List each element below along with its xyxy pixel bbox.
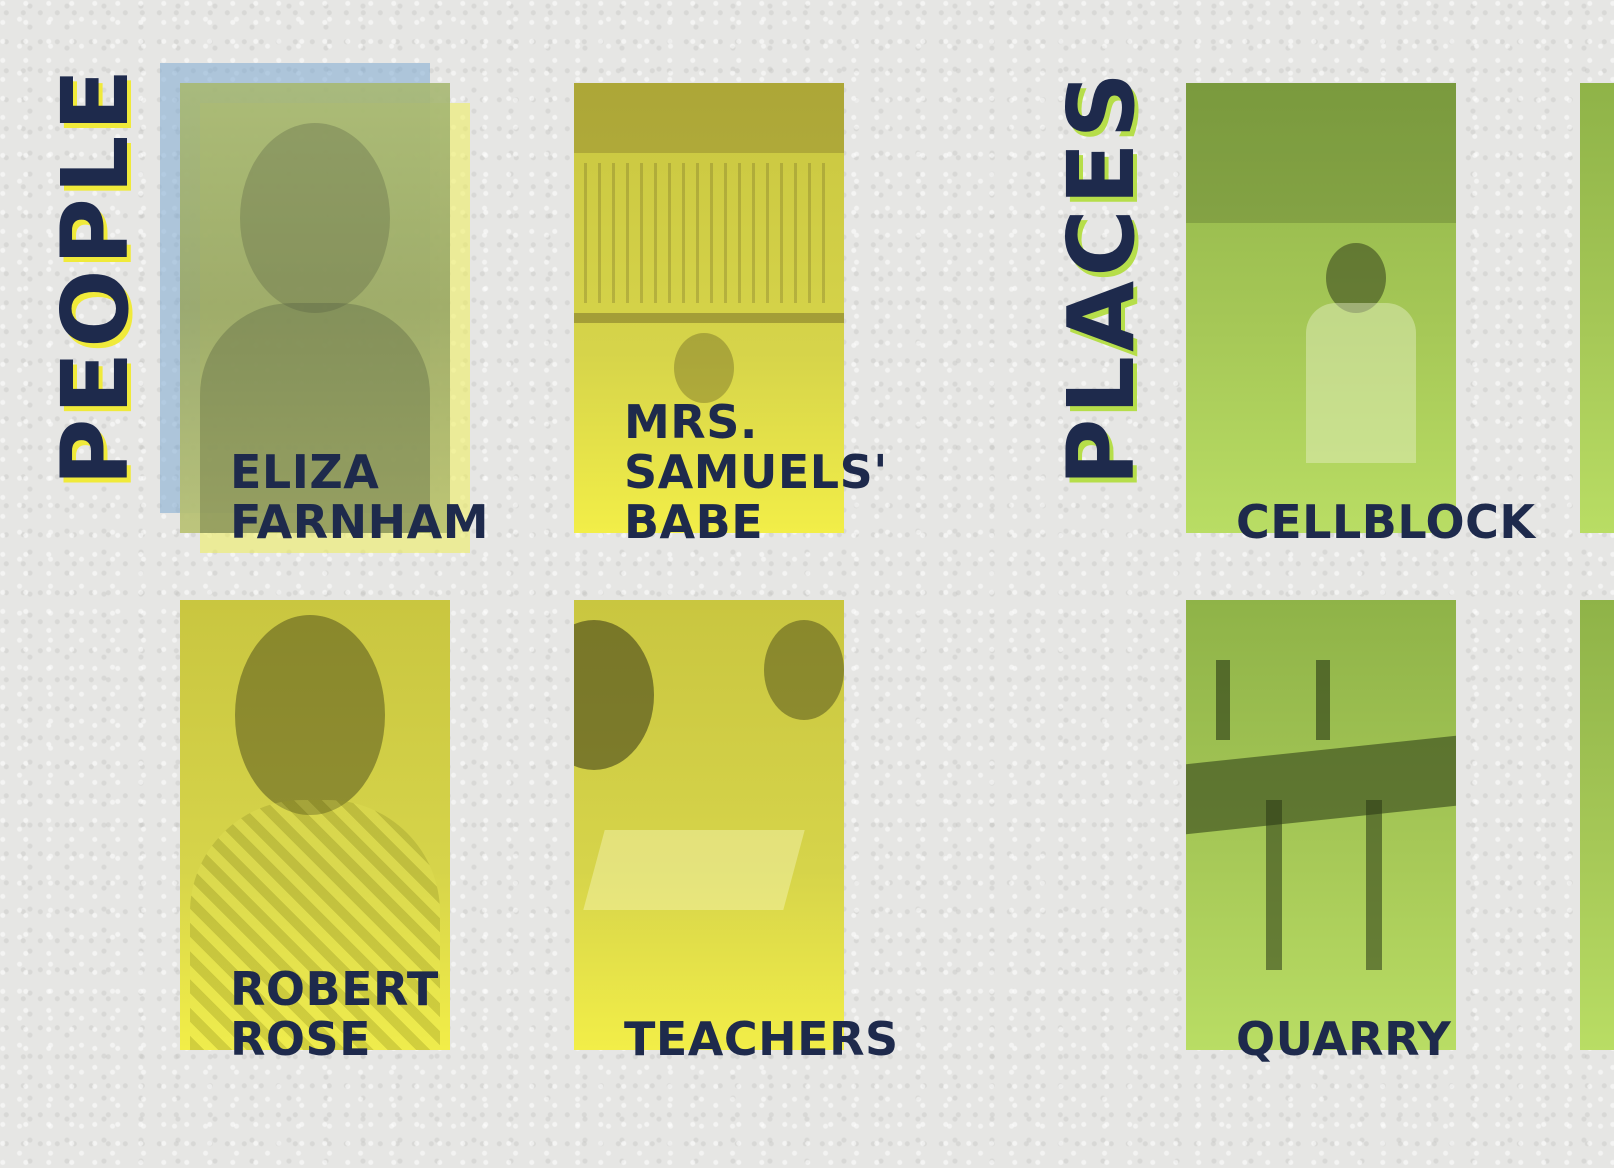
card-label: QUARRY (1236, 1012, 1452, 1066)
card-label: MRS. SAMUELS' BABE (624, 395, 888, 549)
card-quarry[interactable]: QUARRY (1186, 600, 1456, 1064)
quarry-image (1186, 600, 1456, 1050)
card-partial-offscreen[interactable] (1580, 83, 1614, 533)
card-eliza-farnham[interactable]: ELIZA FARNHAM (160, 63, 489, 553)
section-title-people: PEOPLE (42, 64, 149, 486)
card-mrs-samuels-babe[interactable]: MRS. SAMUELS' BABE (574, 83, 887, 547)
classroom-image (574, 600, 844, 1050)
card-cellblock[interactable]: CELLBLOCK (1186, 83, 1535, 547)
card-label: TEACHERS (624, 1012, 899, 1066)
card-partial-offscreen[interactable] (1580, 600, 1614, 1050)
gallery-page: PEOPLE PLACES ELIZA FARNHAM MRS. SAMUELS… (0, 0, 1614, 1168)
card-robert-rose[interactable]: ROBERT ROSE (180, 600, 450, 1064)
card-label: ELIZA FARNHAM (230, 445, 490, 549)
card-label: CELLBLOCK (1236, 495, 1536, 549)
card-teachers[interactable]: TEACHERS (574, 600, 898, 1064)
card-label: ROBERT ROSE (230, 962, 439, 1066)
section-title-places: PLACES (1048, 68, 1155, 486)
place-image (1580, 600, 1614, 1050)
cell-image (1186, 83, 1456, 533)
place-image (1580, 83, 1614, 533)
